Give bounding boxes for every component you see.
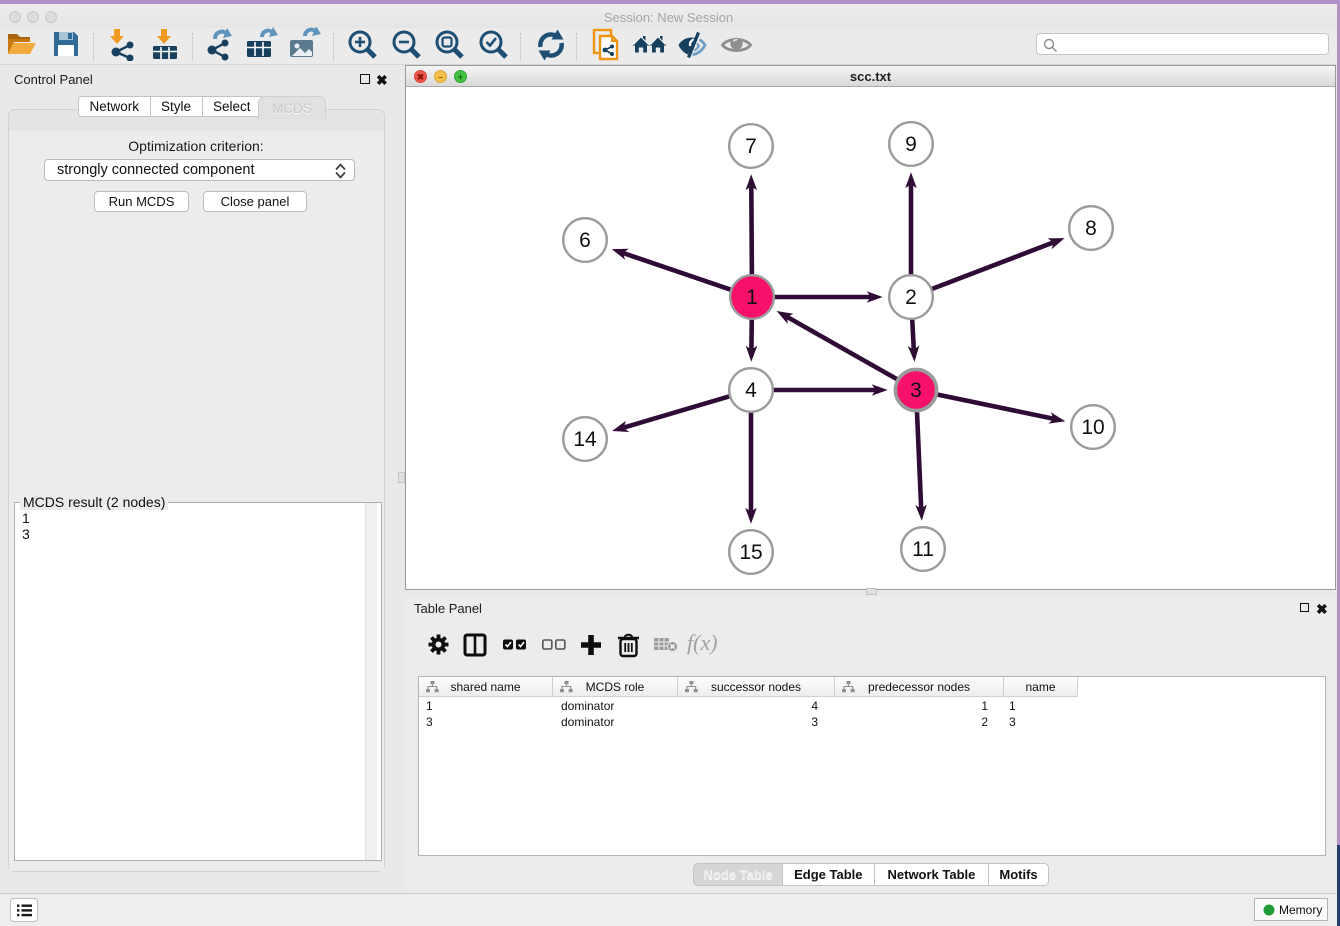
svg-text:11: 11 — [912, 538, 934, 561]
svg-text:9: 9 — [905, 133, 917, 156]
svg-text:7: 7 — [745, 135, 757, 158]
svg-text:8: 8 — [1085, 217, 1097, 240]
svg-text:4: 4 — [745, 379, 757, 402]
svg-text:15: 15 — [739, 541, 762, 564]
svg-text:10: 10 — [1081, 416, 1104, 439]
svg-text:1: 1 — [746, 286, 758, 309]
svg-text:2: 2 — [905, 286, 917, 309]
svg-text:14: 14 — [573, 428, 597, 451]
svg-text:6: 6 — [579, 229, 591, 252]
svg-text:3: 3 — [910, 379, 922, 402]
